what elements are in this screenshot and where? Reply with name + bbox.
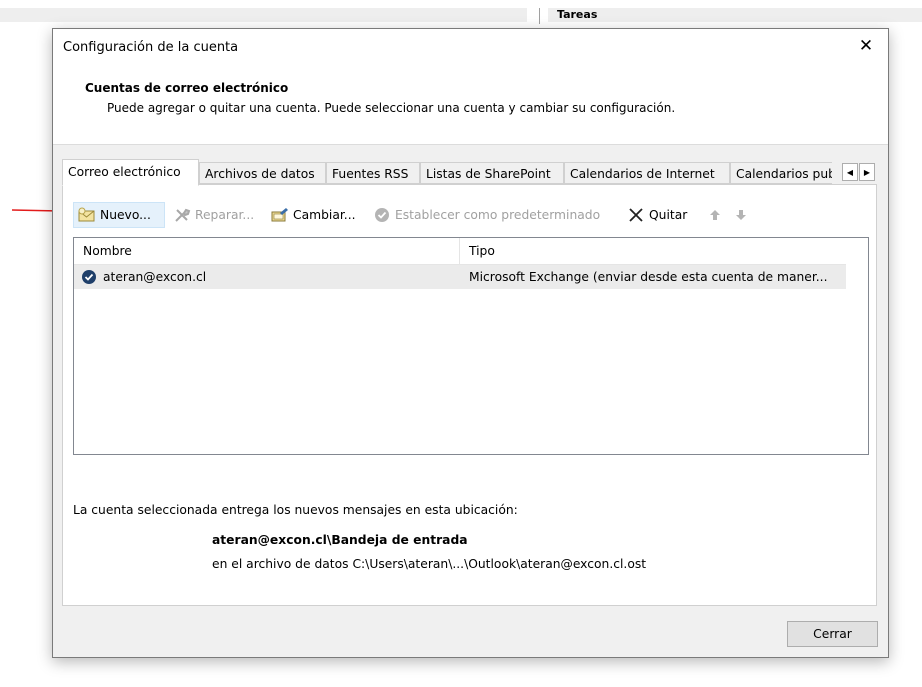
account-name-cell: ateran@excon.cl — [103, 270, 207, 284]
delivery-data-file: en el archivo de datos C:\Users\ateran\.… — [212, 557, 647, 571]
tab-scroll-left-icon[interactable]: ◀ — [842, 163, 858, 181]
background-toolbar-strip — [0, 8, 527, 22]
new-account-button[interactable]: Nuevo... — [73, 202, 165, 228]
tab-internet-calendars[interactable]: Calendarios de Internet — [564, 162, 730, 184]
change-account-icon — [271, 207, 289, 223]
new-account-label: Nuevo... — [100, 208, 151, 222]
arrow-up-icon — [707, 207, 723, 223]
column-header-type[interactable]: Tipo — [460, 238, 846, 264]
repair-label: Reparar... — [195, 208, 255, 222]
new-account-icon — [78, 207, 96, 223]
set-default-button[interactable]: Establecer como predeterminado — [369, 202, 617, 228]
set-default-label: Establecer como predeterminado — [395, 208, 601, 222]
move-up-button[interactable] — [703, 202, 727, 228]
delivery-intro-text: La cuenta seleccionada entrega los nuevo… — [73, 503, 518, 517]
dialog-header: Configuración de la cuenta ✕ Cuentas de … — [53, 29, 888, 145]
dialog-title: Configuración de la cuenta — [63, 40, 239, 55]
accounts-list[interactable]: Nombre Tipo ateran@excon.cl Microsoft Ex… — [73, 237, 869, 455]
close-icon[interactable]: ✕ — [844, 29, 888, 63]
change-label: Cambiar... — [293, 208, 356, 222]
email-tab-panel: Nuevo... Reparar... Cambiar... Establece… — [62, 184, 877, 606]
delivery-location: ateran@excon.cl\Bandeja de entrada — [212, 533, 468, 547]
tab-sharepoint-lists[interactable]: Listas de SharePoint — [420, 162, 564, 184]
tab-published-calendars[interactable]: Calendarios publicados — [730, 162, 832, 184]
remove-x-icon — [627, 207, 645, 223]
section-title: Cuentas de correo electrónico — [85, 81, 289, 95]
arrow-down-icon — [733, 207, 749, 223]
tab-strip: Correo electrónico Archivos de datos Fue… — [62, 159, 877, 186]
remove-label: Quitar — [649, 208, 688, 222]
change-button[interactable]: Cambiar... — [267, 202, 365, 228]
tab-rss-feeds[interactable]: Fuentes RSS — [326, 162, 420, 184]
tab-email[interactable]: Correo electrónico — [62, 159, 199, 186]
remove-button[interactable]: Quitar — [623, 202, 697, 228]
accounts-toolbar: Nuevo... Reparar... Cambiar... Establece… — [73, 202, 863, 228]
background-header-strip — [548, 8, 922, 22]
tab-scroll-right-icon[interactable]: ▶ — [859, 163, 875, 181]
background-divider — [539, 8, 540, 24]
tab-data-files[interactable]: Archivos de datos — [199, 162, 326, 184]
tasks-header-label: Tareas — [557, 8, 598, 21]
default-account-check-icon — [81, 269, 99, 285]
table-row[interactable]: ateran@excon.cl Microsoft Exchange (envi… — [74, 265, 846, 289]
accounts-list-header: Nombre Tipo — [74, 238, 846, 265]
account-type-cell: Microsoft Exchange (enviar desde esta cu… — [469, 270, 828, 284]
section-description: Puede agregar o quitar una cuenta. Puede… — [107, 101, 676, 115]
repair-tools-icon — [173, 207, 191, 223]
column-header-name[interactable]: Nombre — [74, 238, 460, 264]
checkmark-circle-icon — [373, 207, 391, 223]
account-settings-dialog: Configuración de la cuenta ✕ Cuentas de … — [52, 28, 889, 658]
repair-button[interactable]: Reparar... — [169, 202, 263, 228]
move-down-button[interactable] — [729, 202, 753, 228]
close-button[interactable]: Cerrar — [787, 621, 878, 647]
